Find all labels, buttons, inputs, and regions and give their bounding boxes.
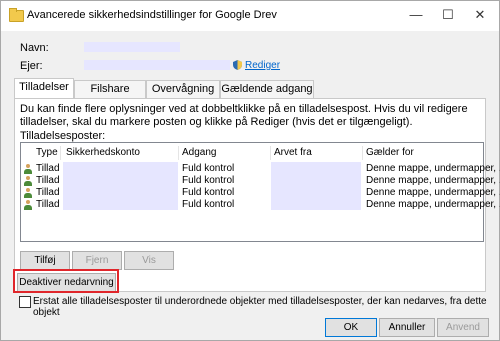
name-value-redacted — [84, 42, 180, 52]
highlight-box — [13, 269, 119, 293]
column-header-inherited[interactable]: Arvet fra — [274, 147, 312, 158]
row-access: Fuld kontrol — [182, 163, 235, 174]
row-type: Tillad — [36, 187, 60, 198]
permissions-description: Du kan finde flere oplysninger ved at do… — [20, 103, 468, 128]
owner-value-redacted — [84, 60, 230, 70]
window-title: Avancerede sikkerhedsindstillinger for G… — [27, 9, 277, 21]
user-icon — [23, 164, 33, 174]
replace-child-permissions-checkbox[interactable] — [19, 296, 31, 308]
add-button[interactable]: Tilføj — [20, 251, 70, 270]
user-icon — [23, 200, 33, 210]
column-header-access[interactable]: Adgang — [182, 147, 216, 158]
shield-icon — [233, 60, 242, 70]
row-applies: Denne mappe, undermapper, ... — [366, 187, 500, 198]
row-type: Tillad — [36, 175, 60, 186]
tab-permissions[interactable]: Tilladelser — [14, 78, 74, 99]
apply-button[interactable]: Anvend — [437, 318, 489, 337]
close-button[interactable]: ✕ — [469, 5, 491, 25]
entries-label: Tilladelsesposter: — [20, 130, 106, 142]
column-divider — [178, 146, 179, 160]
column-divider — [60, 146, 61, 160]
tab-auditing[interactable]: Overvågning — [146, 80, 220, 98]
owner-label: Ejer: — [20, 60, 43, 72]
folder-icon — [9, 8, 24, 22]
change-owner-link[interactable]: Rediger — [245, 60, 280, 71]
row-applies: Denne mappe, undermapper, ... — [366, 175, 500, 186]
column-header-applies[interactable]: Gælder for — [366, 147, 414, 158]
table-row[interactable]: Tillad Fuld kontrol Denne mappe, underma… — [21, 175, 500, 187]
minimize-button[interactable]: — — [405, 5, 427, 25]
row-access: Fuld kontrol — [182, 199, 235, 210]
column-header-account[interactable]: Sikkerhedskonto — [66, 147, 140, 158]
replace-child-permissions-label: Erstat alle tilladelsesposter til undero… — [33, 296, 487, 318]
column-header-type[interactable]: Type — [36, 147, 58, 158]
cancel-button[interactable]: Annuller — [379, 318, 435, 337]
tab-effective-access[interactable]: Gældende adgang — [220, 80, 314, 98]
row-type: Tillad — [36, 163, 60, 174]
tab-share[interactable]: Filshare — [74, 80, 146, 98]
user-group-icon — [23, 176, 33, 186]
table-row[interactable]: Tillad Fuld kontrol Denne mappe, underma… — [21, 163, 500, 175]
view-button[interactable]: Vis — [124, 251, 174, 270]
table-row[interactable]: Tillad Fuld kontrol Denne mappe, underma… — [21, 199, 500, 211]
table-row[interactable]: Tillad Fuld kontrol Denne mappe, underma… — [21, 187, 500, 199]
remove-button[interactable]: Fjern — [72, 251, 122, 270]
ok-button[interactable]: OK — [325, 318, 377, 337]
row-access: Fuld kontrol — [182, 187, 235, 198]
column-divider — [270, 146, 271, 160]
row-applies: Denne mappe, undermapper, ... — [366, 199, 500, 210]
maximize-button[interactable]: ☐ — [437, 5, 459, 25]
row-applies: Denne mappe, undermapper, ... — [366, 163, 500, 174]
column-divider — [362, 146, 363, 160]
name-label: Navn: — [20, 42, 49, 54]
row-access: Fuld kontrol — [182, 175, 235, 186]
row-type: Tillad — [36, 199, 60, 210]
user-group-icon — [23, 188, 33, 198]
title-bar: Avancerede sikkerhedsindstillinger for G… — [1, 1, 499, 31]
